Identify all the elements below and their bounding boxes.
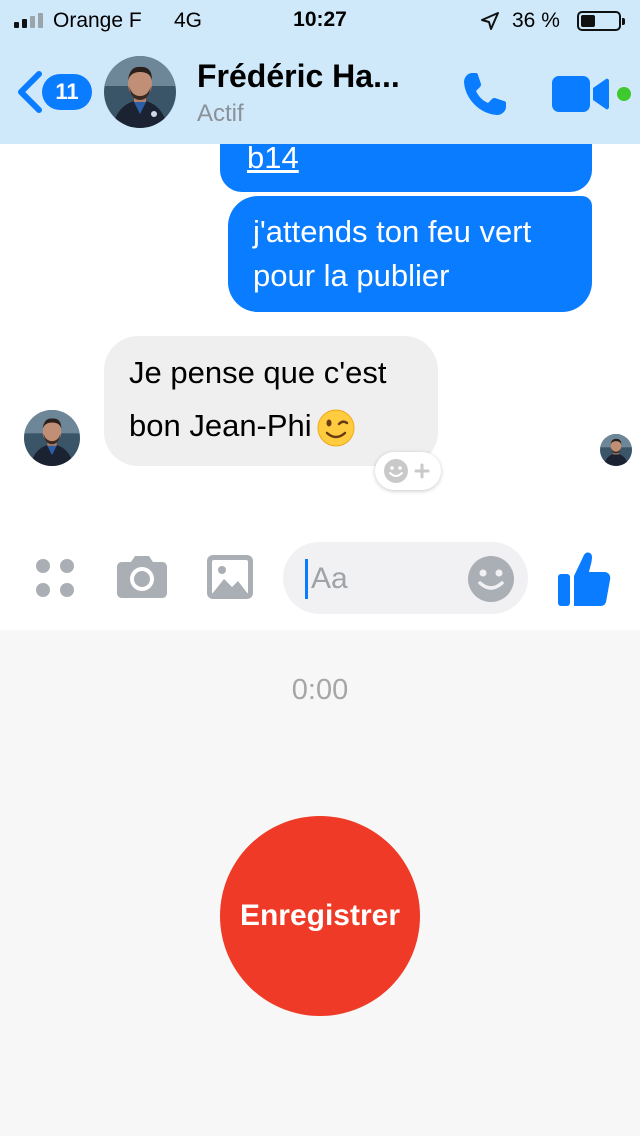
message-bubble-sent[interactable]: j'attends ton feu vert pour la publier xyxy=(228,196,592,312)
online-indicator xyxy=(617,87,631,101)
thumbs-up-icon[interactable] xyxy=(556,550,612,608)
contact-name[interactable]: Frédéric Ha... xyxy=(197,58,400,95)
message-bubble-received[interactable]: Je pense que c'est bon Jean-Phi xyxy=(104,336,438,466)
message-text-line: j'attends ton feu vert xyxy=(253,214,532,249)
voice-recorder-panel: 0:00 Enregistrer xyxy=(0,630,640,1136)
location-arrow-icon xyxy=(481,12,499,30)
gallery-icon[interactable] xyxy=(206,553,254,601)
message-text-line: pour la publier xyxy=(253,258,450,293)
message-composer: Aa xyxy=(0,530,640,630)
message-input-placeholder: Aa xyxy=(311,562,348,595)
conversation-header: 11 Frédéric Ha... Actif xyxy=(0,42,640,144)
camera-icon[interactable] xyxy=(116,554,168,600)
record-button[interactable]: Enregistrer xyxy=(220,816,420,1016)
recording-timer: 0:00 xyxy=(291,674,349,706)
text-cursor xyxy=(305,559,308,599)
emoji-icon[interactable] xyxy=(467,555,515,603)
contact-status: Actif xyxy=(197,100,244,127)
unread-count-badge[interactable]: 11 xyxy=(42,74,92,110)
contact-avatar[interactable] xyxy=(104,56,176,128)
read-receipt-avatar xyxy=(600,434,632,466)
back-chevron-icon[interactable] xyxy=(14,70,44,114)
message-bubble-sent[interactable]: b14 xyxy=(220,142,592,192)
message-text-line: bon Jean-Phi xyxy=(129,399,438,452)
message-link[interactable]: b14 xyxy=(247,140,299,175)
more-actions-icon[interactable] xyxy=(34,557,76,599)
battery-percent: 36 % xyxy=(512,9,560,32)
phone-call-icon[interactable] xyxy=(458,69,510,121)
sender-avatar[interactable] xyxy=(24,410,80,466)
video-call-icon[interactable] xyxy=(552,74,610,114)
battery-icon xyxy=(577,11,625,31)
message-text-line: Je pense que c'est xyxy=(129,355,387,390)
status-bar: Orange F 4G 10:27 36 % xyxy=(0,0,640,42)
message-input[interactable]: Aa xyxy=(283,542,528,614)
add-reaction-button[interactable] xyxy=(375,452,441,490)
winking-face-emoji-icon xyxy=(317,409,355,447)
add-reaction-icon xyxy=(384,459,430,483)
